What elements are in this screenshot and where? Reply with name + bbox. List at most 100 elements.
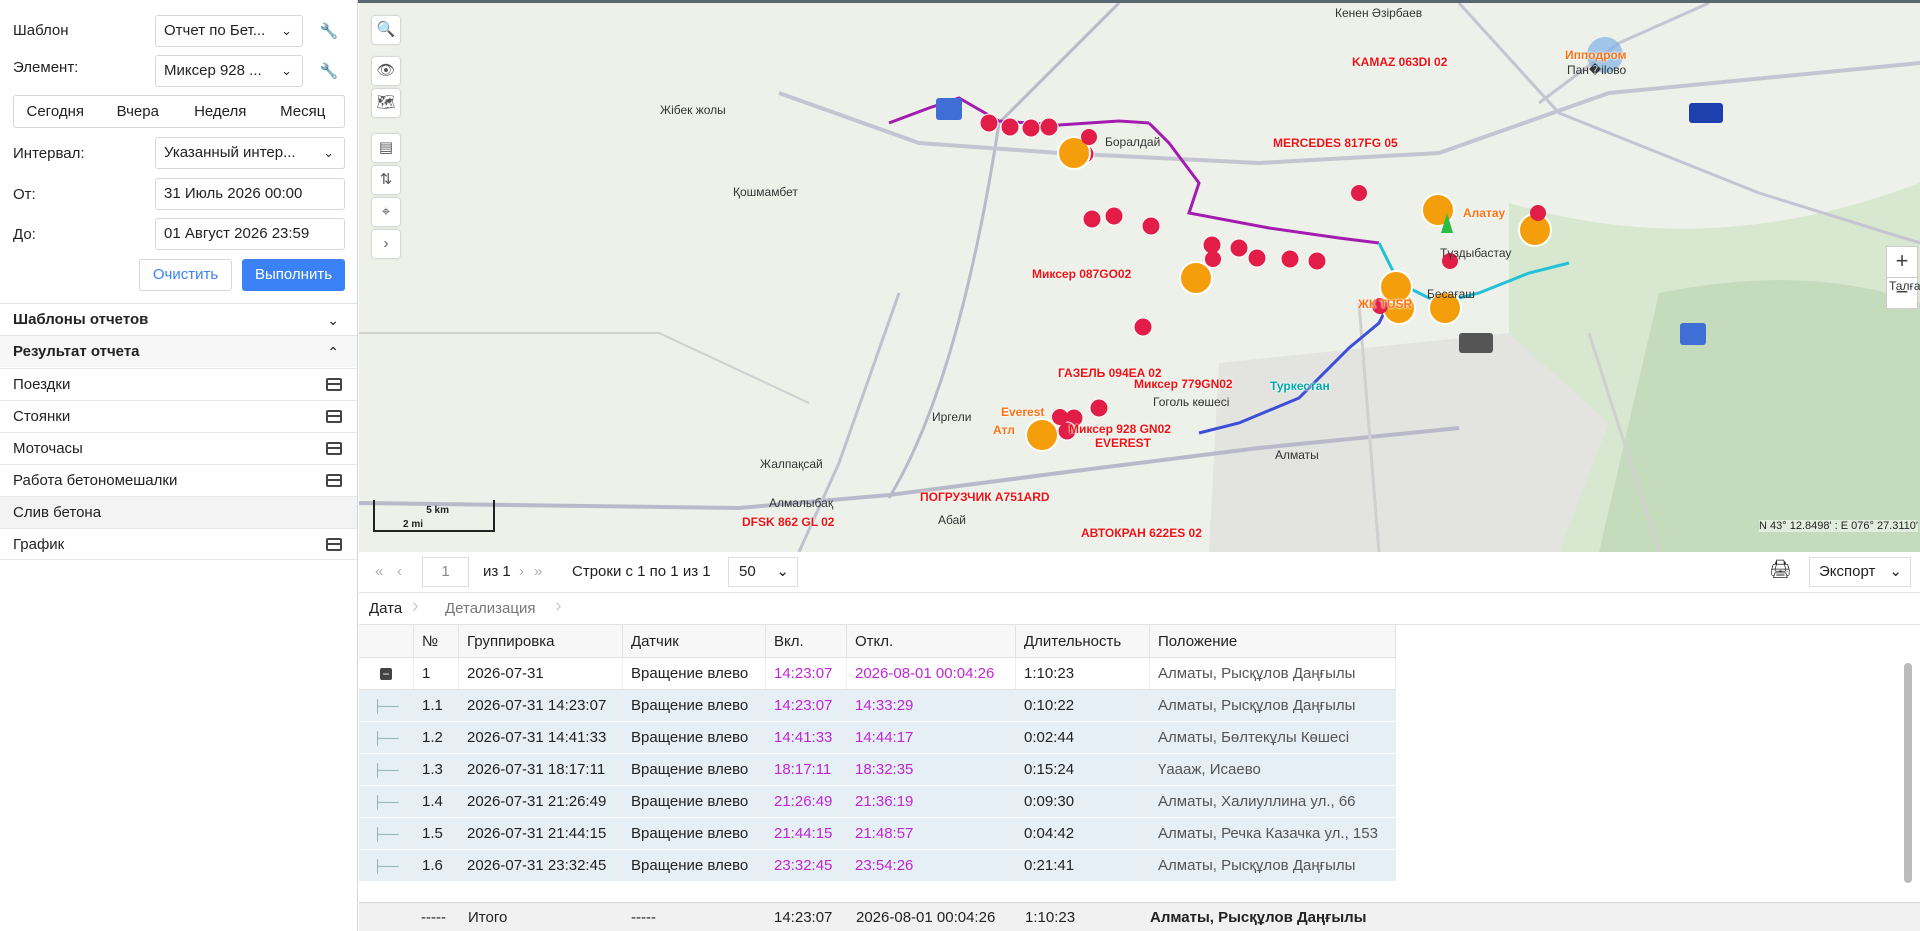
map-vehicle-label[interactable]: Everest: [1001, 405, 1044, 419]
map-layers-icon[interactable]: 🗺: [372, 89, 400, 117]
interval-select[interactable]: Указанный интер... ⌄: [155, 137, 345, 169]
breadcrumb-date[interactable]: Дата: [369, 600, 402, 617]
map-vehicle-label[interactable]: Миксер 087GO02: [1032, 267, 1131, 281]
scale-km: 5 km: [426, 505, 449, 516]
table-icon: [326, 442, 342, 455]
cell-group: 2026-07-31 14:23:07: [458, 689, 623, 722]
cell-position: Алматы, Халиуллина ул., 66: [1149, 785, 1396, 818]
clear-button[interactable]: Очистить: [139, 259, 232, 291]
page-input[interactable]: 1: [422, 557, 469, 587]
chevron-right-icon[interactable]: ›: [372, 230, 400, 258]
map-place-label: Кенен Әзірбаев: [1335, 6, 1423, 20]
eye-icon[interactable]: 👁: [372, 57, 400, 85]
col-off[interactable]: Откл.: [846, 625, 1016, 658]
collapse-icon[interactable]: −: [359, 657, 414, 690]
from-date-input[interactable]: 31 Июль 2026 00:00: [155, 178, 345, 210]
map-place-label: Пан�ilово: [1567, 63, 1627, 77]
period-month[interactable]: Месяц: [262, 96, 345, 127]
result-item-engine-hours[interactable]: Моточасы: [0, 432, 357, 464]
cell-duration: 0:04:42: [1015, 817, 1150, 850]
first-page-icon[interactable]: «: [375, 563, 383, 580]
export-button[interactable]: Экспорт ⌄: [1809, 557, 1911, 587]
table-row[interactable]: ├── 1.6 2026-07-31 23:32:45 Вращение влево 2…: [359, 849, 1396, 882]
cell-sensor: Вращение влево: [622, 721, 766, 754]
map-vehicle-label[interactable]: KAMAZ 063DI 02: [1352, 55, 1447, 69]
col-sensor[interactable]: Датчик: [622, 625, 766, 658]
map-vehicle-label[interactable]: Туркестан: [1270, 379, 1330, 393]
print-icon[interactable]: 🖨: [1769, 559, 1792, 580]
total-duration: 1:10:23: [1025, 909, 1076, 926]
period-yesterday[interactable]: Вчера: [97, 96, 180, 127]
map-search-icon[interactable]: 🔍: [372, 16, 400, 44]
item-label: Моточасы: [13, 440, 83, 457]
interval-label: Интервал:: [13, 145, 85, 162]
map-vehicle-label[interactable]: DFSK 862 GL 02: [742, 515, 834, 529]
map-view[interactable]: 🔍 👁 🗺 ▤ ⇅ ⌖ › + − 5 km 2 mi N 43° 12.849…: [359, 3, 1920, 552]
map-vehicle-label[interactable]: MERCEDES 817FG 05: [1273, 136, 1398, 150]
map-vehicle-label[interactable]: Миксер 779GN02: [1134, 377, 1233, 391]
map-vehicle-label[interactable]: Миксер 928 GN02: [1069, 422, 1171, 436]
zoom-in-button[interactable]: +: [1886, 246, 1918, 278]
result-item-concrete-discharge[interactable]: Слив бетона: [0, 496, 357, 528]
cell-no: 1.2: [413, 721, 459, 754]
table-row[interactable]: ├── 1.2 2026-07-31 14:41:33 Вращение влево 1…: [359, 721, 1396, 754]
page-size-value: 50: [739, 563, 756, 580]
col-on[interactable]: Вкл.: [765, 625, 847, 658]
map-vehicle-label[interactable]: Алатау: [1463, 206, 1505, 220]
cell-duration: 0:10:22: [1015, 689, 1150, 722]
ruler-icon[interactable]: ▤: [372, 134, 400, 162]
report-templates-section[interactable]: Шаблоны отчетов ⌄: [0, 303, 357, 335]
map-vehicle-label[interactable]: АВТОКРАН 622ES 02: [1081, 526, 1202, 540]
table-row[interactable]: ├── 1.5 2026-07-31 21:44:15 Вращение влево 2…: [359, 817, 1396, 850]
cell-duration: 0:09:30: [1015, 785, 1150, 818]
export-label: Экспорт: [1819, 563, 1876, 580]
element-select[interactable]: Миксер 928 ... ⌄: [155, 55, 303, 87]
cell-group: 2026-07-31 21:26:49: [458, 785, 623, 818]
to-date-input[interactable]: 01 Август 2026 23:59: [155, 218, 345, 250]
rows-info: Строки с 1 по 1 из 1: [572, 563, 711, 580]
col-position[interactable]: Положение: [1149, 625, 1396, 658]
result-item-trips[interactable]: Поездки: [0, 368, 357, 400]
result-item-stops[interactable]: Стоянки: [0, 400, 357, 432]
map-vehicle-label[interactable]: ПОГРУЗЧИК A751ARD: [920, 490, 1050, 504]
col-no[interactable]: №: [413, 625, 459, 658]
map-vehicle-label[interactable]: Атл: [993, 423, 1015, 437]
map-vehicle-label[interactable]: ЖК TUSR: [1358, 297, 1412, 311]
map-place-label: Боралдай: [1105, 135, 1161, 149]
table-row[interactable]: ├── 1.4 2026-07-31 21:26:49 Вращение влево 2…: [359, 785, 1396, 818]
result-item-chart[interactable]: График: [0, 528, 357, 560]
cell-sensor: Вращение влево: [622, 785, 766, 818]
map-place-label: Жібек жолы: [660, 103, 726, 117]
report-result-section[interactable]: Результат отчета ⌃: [0, 335, 357, 367]
period-week[interactable]: Неделя: [179, 96, 262, 127]
breadcrumb-detail[interactable]: Детализация: [445, 600, 536, 617]
route-icon[interactable]: ⇅: [372, 166, 400, 194]
template-select[interactable]: Отчет по Бет... ⌄: [155, 15, 303, 47]
page-size-select[interactable]: 50 ⌄: [728, 557, 798, 587]
cell-off: 18:32:35: [846, 753, 1016, 786]
wrench-icon[interactable]: 🔧: [318, 61, 340, 83]
period-today[interactable]: Сегодня: [14, 96, 97, 127]
prev-page-icon[interactable]: ‹: [397, 563, 402, 580]
col-group[interactable]: Группировка: [458, 625, 623, 658]
last-page-icon[interactable]: »: [534, 563, 542, 580]
table-row[interactable]: ├── 1.3 2026-07-31 18:17:11 Вращение влево 1…: [359, 753, 1396, 786]
total-sensor: -----: [631, 909, 656, 926]
cell-duration: 0:21:41: [1015, 849, 1150, 882]
interval-value: Указанный интер...: [164, 144, 296, 161]
result-item-mixer-work[interactable]: Работа бетономешалки: [0, 464, 357, 496]
next-page-icon[interactable]: ›: [519, 563, 524, 580]
col-duration[interactable]: Длительность: [1015, 625, 1150, 658]
table-scrollbar[interactable]: [1904, 663, 1912, 883]
wrench-icon[interactable]: 🔧: [318, 21, 340, 43]
table-row[interactable]: ├── 1.1 2026-07-31 14:23:07 Вращение влево 1…: [359, 689, 1396, 722]
map-vehicle-label[interactable]: Иппoдром: [1565, 48, 1626, 62]
map-place-label: Бесағаш: [1427, 287, 1475, 301]
report-sidebar: Шаблон Отчет по Бет... ⌄ 🔧 Элемент: Миксе…: [0, 0, 358, 931]
run-button[interactable]: Выполнить: [242, 259, 345, 291]
table-row[interactable]: − 1 2026-07-31 Вращение влево 14:23:07 2…: [359, 657, 1396, 690]
page-count: из 1: [483, 563, 511, 580]
map-place-label: Жалпақсай: [760, 457, 823, 471]
geofence-icon[interactable]: ⌖: [372, 198, 400, 226]
map-vehicle-label[interactable]: EVEREST: [1095, 436, 1151, 450]
